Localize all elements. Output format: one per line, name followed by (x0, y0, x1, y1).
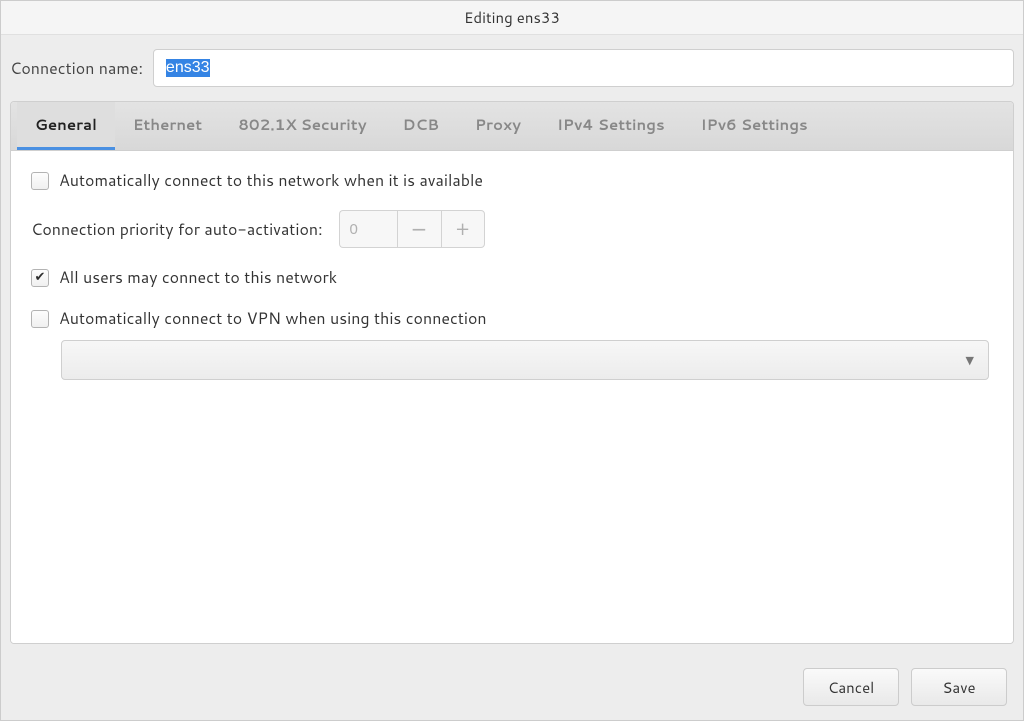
tab-dcb[interactable]: DCB (385, 102, 457, 150)
window-title: Editing ens33 (464, 7, 560, 28)
window: Editing ens33 Connection name: General E… (0, 0, 1024, 721)
auto-connect-checkbox[interactable] (31, 172, 49, 190)
priority-value-input[interactable] (339, 210, 397, 248)
tab-8021x-security[interactable]: 802.1X Security (220, 102, 384, 150)
auto-connect-label: Automatically connect to this network wh… (59, 169, 483, 192)
tab-proxy[interactable]: Proxy (457, 102, 539, 150)
priority-row: Connection priority for auto-activation:… (31, 210, 993, 248)
auto-vpn-row: Automatically connect to VPN when using … (31, 307, 993, 330)
button-bar: Cancel Save (1, 654, 1023, 720)
connection-name-input[interactable] (153, 49, 1014, 87)
connection-name-label: Connection name: (10, 57, 143, 80)
titlebar: Editing ens33 (1, 1, 1023, 35)
tab-general[interactable]: General (17, 102, 115, 150)
priority-spinner: − + (339, 210, 485, 248)
tab-ipv4-settings[interactable]: IPv4 Settings (539, 102, 683, 150)
auto-vpn-label: Automatically connect to VPN when using … (59, 307, 487, 330)
tab-ipv6-settings[interactable]: IPv6 Settings (683, 102, 826, 150)
priority-decrement-button[interactable]: − (397, 210, 441, 248)
save-button[interactable]: Save (911, 668, 1007, 706)
all-users-checkbox[interactable] (31, 269, 49, 287)
all-users-row: All users may connect to this network (31, 266, 993, 289)
cancel-button[interactable]: Cancel (803, 668, 899, 706)
vpn-select[interactable]: ▼ (61, 340, 989, 380)
tab-content-general: Automatically connect to this network wh… (11, 151, 1013, 643)
tabs-container: General Ethernet 802.1X Security DCB Pro… (10, 101, 1014, 644)
priority-label: Connection priority for auto-activation: (31, 218, 323, 241)
auto-vpn-checkbox[interactable] (31, 310, 49, 328)
priority-increment-button[interactable]: + (441, 210, 485, 248)
tab-ethernet[interactable]: Ethernet (115, 102, 220, 150)
all-users-label: All users may connect to this network (59, 266, 337, 289)
tabs: General Ethernet 802.1X Security DCB Pro… (11, 102, 1013, 151)
auto-connect-row: Automatically connect to this network wh… (31, 169, 993, 192)
connection-name-row: Connection name: (1, 35, 1023, 101)
chevron-down-icon: ▼ (966, 352, 974, 368)
